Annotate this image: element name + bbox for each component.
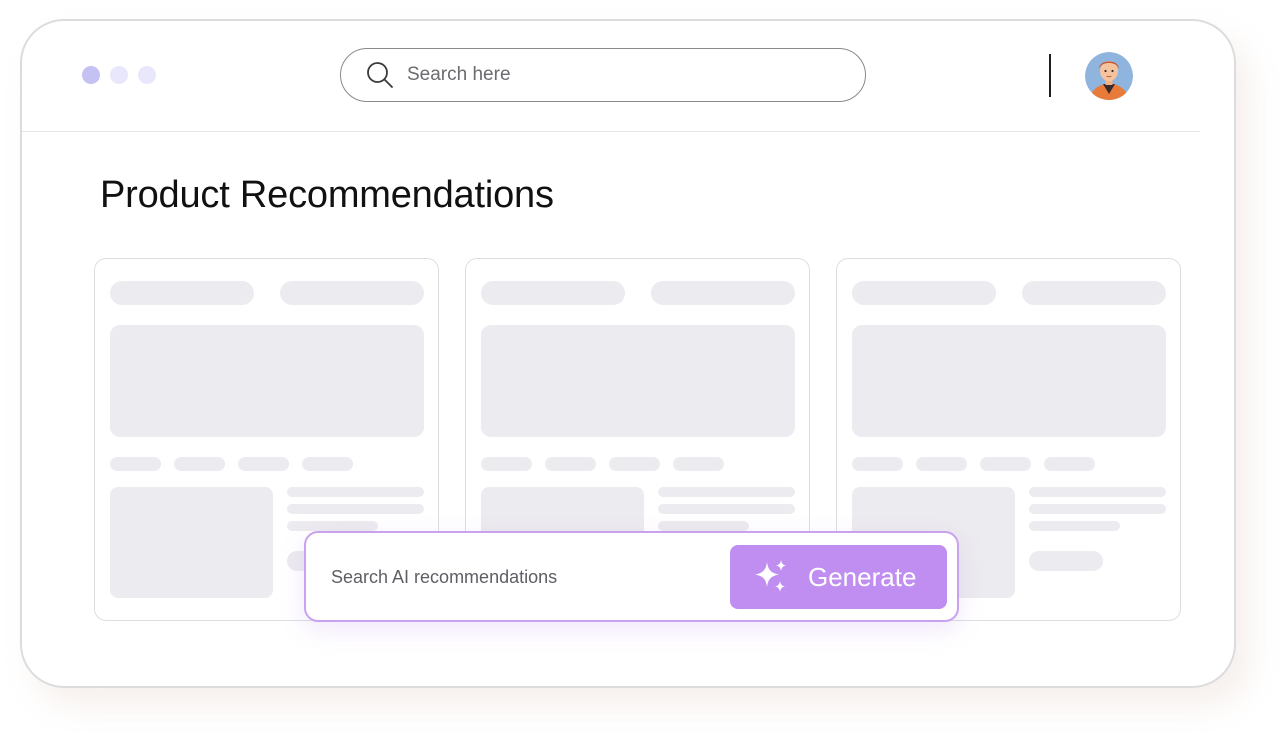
skeleton-pill [280, 281, 424, 305]
search-bar[interactable] [340, 48, 866, 102]
skeleton-chip [980, 457, 1031, 471]
window-dot-3 [138, 66, 156, 84]
skeleton-chip [545, 457, 596, 471]
generate-button-label: Generate [808, 561, 917, 592]
skeleton-pill [1022, 281, 1166, 305]
skeleton-pill [651, 281, 795, 305]
skeleton-line [287, 521, 378, 531]
skeleton-chip [238, 457, 289, 471]
skeleton-line [658, 487, 795, 497]
skeleton-chip [852, 457, 903, 471]
page-title: Product Recommendations [100, 174, 554, 216]
skeleton-line [1029, 521, 1120, 531]
skeleton-line [658, 521, 749, 531]
skeleton-chip [302, 457, 353, 471]
skeleton-line [287, 487, 424, 497]
skeleton-thumbnail [110, 487, 273, 598]
skeleton-chip [481, 457, 532, 471]
skeleton-line [1029, 504, 1166, 514]
ai-search-input[interactable] [331, 563, 711, 591]
skeleton-pill [852, 281, 996, 305]
generate-button[interactable]: Generate [730, 545, 947, 609]
ai-search-panel: Generate [304, 531, 959, 622]
skeleton-pill [481, 281, 625, 305]
skeleton-line [658, 504, 795, 514]
skeleton-chip [609, 457, 660, 471]
skeleton-pill [110, 281, 254, 305]
window-dot-2 [110, 66, 128, 84]
sparkles-icon [752, 558, 790, 596]
skeleton-chip [174, 457, 225, 471]
skeleton-banner [110, 325, 424, 437]
skeleton-chip [916, 457, 967, 471]
skeleton-banner [481, 325, 795, 437]
skeleton-pill [1029, 551, 1103, 571]
search-input[interactable] [407, 64, 827, 86]
window-dot-1 [82, 66, 100, 84]
skeleton-chip [673, 457, 724, 471]
header-divider [1049, 54, 1051, 97]
header-divider-line [22, 131, 1200, 132]
skeleton-line [287, 504, 424, 514]
skeleton-banner [852, 325, 1166, 437]
search-icon [365, 60, 395, 90]
skeleton-line [1029, 487, 1166, 497]
skeleton-chip [1044, 457, 1095, 471]
skeleton-chip [110, 457, 161, 471]
user-avatar[interactable] [1084, 51, 1134, 101]
